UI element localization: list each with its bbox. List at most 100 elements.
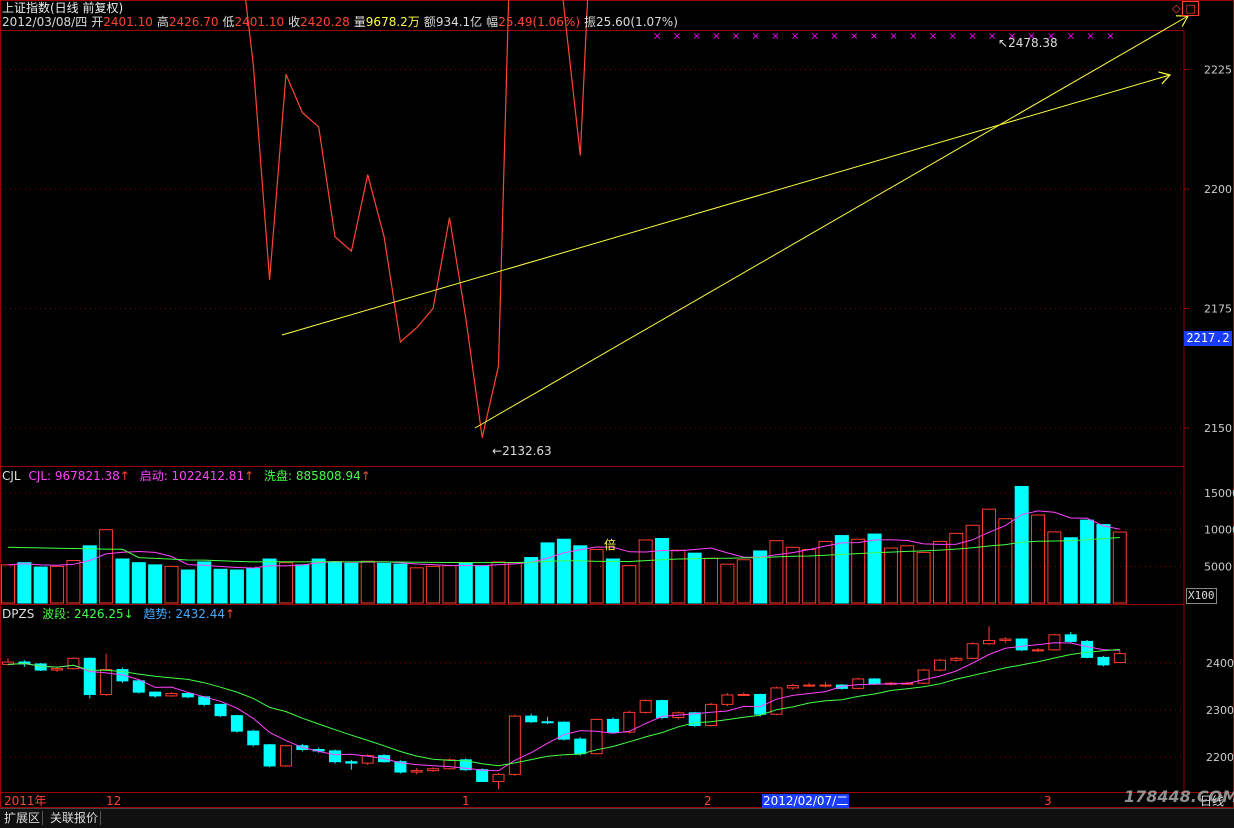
price-line — [245, 0, 589, 438]
chart-canvas: 2450242524002375235023252300227522502225… — [0, 0, 1234, 808]
volume-bar — [622, 565, 637, 604]
volume-bar — [556, 538, 571, 604]
volume-bar — [442, 565, 457, 604]
candle-body — [803, 684, 816, 687]
candle-body — [263, 744, 276, 767]
outer-frame — [0, 0, 1234, 808]
candle-body — [917, 669, 930, 684]
time-label-dec: 12 — [106, 794, 122, 808]
volume-bar — [66, 559, 81, 604]
volume-bar — [50, 565, 65, 604]
dpzs-axis-label: 2200 — [1206, 751, 1234, 764]
volume-bar — [1080, 519, 1095, 604]
candle-body — [279, 745, 292, 767]
time-label-jan: 1 — [462, 794, 470, 808]
candle-body — [983, 639, 995, 645]
dpzs-trend-value: 趋势: 2432.44 — [143, 607, 226, 621]
signal-marker: × — [889, 31, 897, 42]
ohlc-info: 2012/03/08/四 开2401.10 高2426.70 低2401.10 收242… — [2, 15, 678, 29]
candle-body — [181, 693, 194, 698]
volume-bar — [246, 568, 261, 604]
dpzs-axis-label: 2400 — [1206, 657, 1234, 670]
signal-marker: × — [811, 31, 819, 42]
volume-bar — [1031, 514, 1046, 604]
price-axis-label: 2225 — [1204, 64, 1232, 77]
dpzs-axis-label: 2300 — [1206, 704, 1234, 717]
volume-bar — [802, 548, 817, 604]
info-low: 2401.10 — [234, 15, 285, 29]
volume-bar — [491, 561, 506, 604]
price-axis-label: 2200 — [1204, 183, 1232, 196]
candle-body — [754, 693, 767, 715]
volume-bar — [1096, 524, 1111, 604]
signal-marker: × — [752, 31, 760, 42]
signal-marker: × — [929, 31, 937, 42]
cjl-start-value: 启动: 1022412.81 — [139, 469, 245, 483]
candle-body — [1097, 656, 1110, 666]
volume-bar — [148, 564, 163, 604]
candle-body — [214, 703, 227, 717]
candle-body — [149, 691, 162, 697]
volume-bar — [916, 551, 931, 604]
time-label-mar: 3 — [1044, 794, 1052, 808]
candle-body — [83, 657, 96, 695]
volume-bar — [1112, 531, 1127, 604]
candle-body — [1015, 638, 1028, 651]
volume-bar — [377, 562, 392, 604]
volume-bar — [213, 568, 228, 604]
cursor-price-label: 2217.2 — [1184, 331, 1232, 346]
candle-body — [950, 657, 963, 661]
chart-title: 上证指数(日线 前复权) — [2, 1, 124, 15]
candle-body — [574, 738, 587, 755]
volume-bar — [115, 558, 130, 604]
volume-bar — [818, 540, 833, 604]
volume-bar — [753, 550, 768, 604]
candle-body — [1064, 634, 1077, 642]
volume-bar — [393, 563, 408, 604]
volume-bar — [998, 518, 1013, 604]
candle-body — [476, 769, 489, 782]
volume-bar — [540, 542, 555, 604]
dpzs-legend: DPZS 波段: 2426.25↓ 趋势: 2432.44↑ — [2, 607, 236, 621]
window-control-icon[interactable]: ◇ □ — [1172, 1, 1199, 16]
candle-body — [34, 663, 47, 671]
volume-bar — [295, 564, 310, 604]
volume-bar — [278, 562, 293, 604]
signal-marker: × — [1067, 31, 1075, 42]
cjl-legend: CJL CJL: 967821.38↑ 启动: 1022412.81↑ 洗盘: … — [2, 469, 371, 483]
candle-body — [541, 721, 554, 724]
candle-body — [1081, 640, 1094, 658]
tab-related-quotes[interactable]: 关联报价 — [48, 811, 102, 825]
signal-marker: × — [968, 31, 976, 42]
volume-bar — [851, 538, 866, 604]
volume-bar — [736, 559, 751, 604]
signal-marker: × — [771, 31, 779, 42]
signal-marker: × — [850, 31, 858, 42]
volume-bar — [900, 545, 915, 604]
volume-bar — [164, 565, 179, 604]
dpzs-panel-name: DPZS — [2, 607, 35, 621]
candle-body — [329, 750, 341, 763]
candle-body — [852, 678, 865, 689]
volume-bar — [655, 537, 669, 604]
volume-bar — [769, 540, 784, 604]
tab-extension-area[interactable]: 扩展区 — [2, 811, 44, 825]
volume-bar — [360, 560, 375, 604]
volume-bar — [720, 563, 735, 604]
cjl-multiplier-marker: 倍 — [604, 538, 617, 552]
info-open: 2401.10 — [103, 15, 153, 29]
volume-bar — [867, 533, 882, 604]
candle-body — [1113, 653, 1126, 664]
candle-body — [508, 715, 521, 775]
candle-body — [786, 685, 799, 689]
candle-body — [819, 684, 832, 687]
signal-marker: × — [673, 31, 681, 42]
volume-bar — [638, 539, 653, 604]
volume-bar — [671, 549, 686, 604]
volume-bar — [589, 548, 604, 604]
volume-bar — [1014, 485, 1029, 604]
info-amplitude: 25.60(1.07%) — [596, 15, 678, 29]
time-label-feb: 2 — [704, 794, 712, 808]
volume-bar — [82, 545, 97, 604]
candle-body — [427, 768, 440, 772]
